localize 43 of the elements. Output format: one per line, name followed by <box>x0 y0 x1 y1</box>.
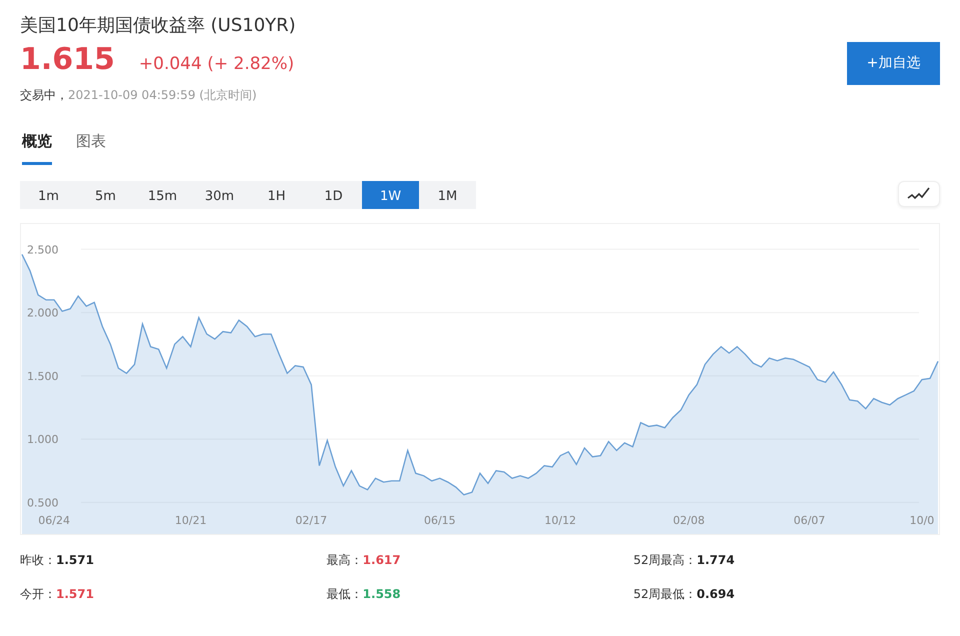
interval-button[interactable]: 5m <box>77 181 134 209</box>
y-axis-label: 1.500 <box>27 370 58 383</box>
x-axis-label: 06/24 <box>38 514 70 527</box>
stat-label: 最高： <box>326 553 363 567</box>
interval-button[interactable]: 1W <box>362 181 419 209</box>
interval-button[interactable]: 15m <box>134 181 191 209</box>
stat-value: 1.774 <box>696 553 735 567</box>
ticker-symbol: (US10YR) <box>210 15 296 36</box>
y-axis-label: 1.000 <box>27 433 58 446</box>
price: 1.615 <box>20 43 115 76</box>
page-title: 美国10年期国债收益率 <box>20 15 205 36</box>
add-watchlist-button[interactable]: +加自选 <box>847 42 940 85</box>
stat-label: 昨收： <box>20 553 56 567</box>
timestamp: 2021-10-09 04:59:59 (北京时间) <box>68 88 257 102</box>
price-change: +0.044 (+ 2.82%) <box>138 53 294 76</box>
x-axis-label: 10/12 <box>544 514 576 527</box>
interval-button[interactable]: 1m <box>20 181 77 209</box>
tab[interactable]: 概览 <box>22 130 52 165</box>
stat-label: 最低： <box>326 587 363 601</box>
x-axis-label: 02/17 <box>295 514 328 527</box>
x-axis-label: 10/21 <box>174 514 207 527</box>
x-axis-label: 06/15 <box>424 514 456 527</box>
y-axis-label: 2.000 <box>27 306 58 320</box>
line-chart-icon[interactable] <box>898 181 940 207</box>
x-axis-label: 10/0 <box>910 514 934 527</box>
stat-value: 1.558 <box>362 587 401 601</box>
y-axis-label: 2.500 <box>27 243 58 256</box>
interval-button[interactable]: 1D <box>305 181 362 209</box>
stat-value: 1.571 <box>56 553 94 567</box>
stat-value: 0.694 <box>696 587 735 601</box>
interval-button[interactable]: 30m <box>191 181 248 209</box>
x-axis-label: 02/08 <box>673 514 705 527</box>
interval-button[interactable]: 1M <box>419 181 476 209</box>
stat-label: 52周最低： <box>633 587 697 601</box>
stat-label: 52周最高： <box>633 553 697 567</box>
stat-value: 1.617 <box>362 553 401 567</box>
y-axis-label: 0.500 <box>27 496 58 510</box>
stat-label: 今开： <box>20 587 56 601</box>
tab[interactable]: 图表 <box>76 130 106 165</box>
trading-status: 交易中， <box>20 88 68 102</box>
interval-button[interactable]: 1H <box>248 181 305 209</box>
x-axis-label: 06/07 <box>794 514 826 527</box>
stat-value: 1.571 <box>56 587 94 601</box>
